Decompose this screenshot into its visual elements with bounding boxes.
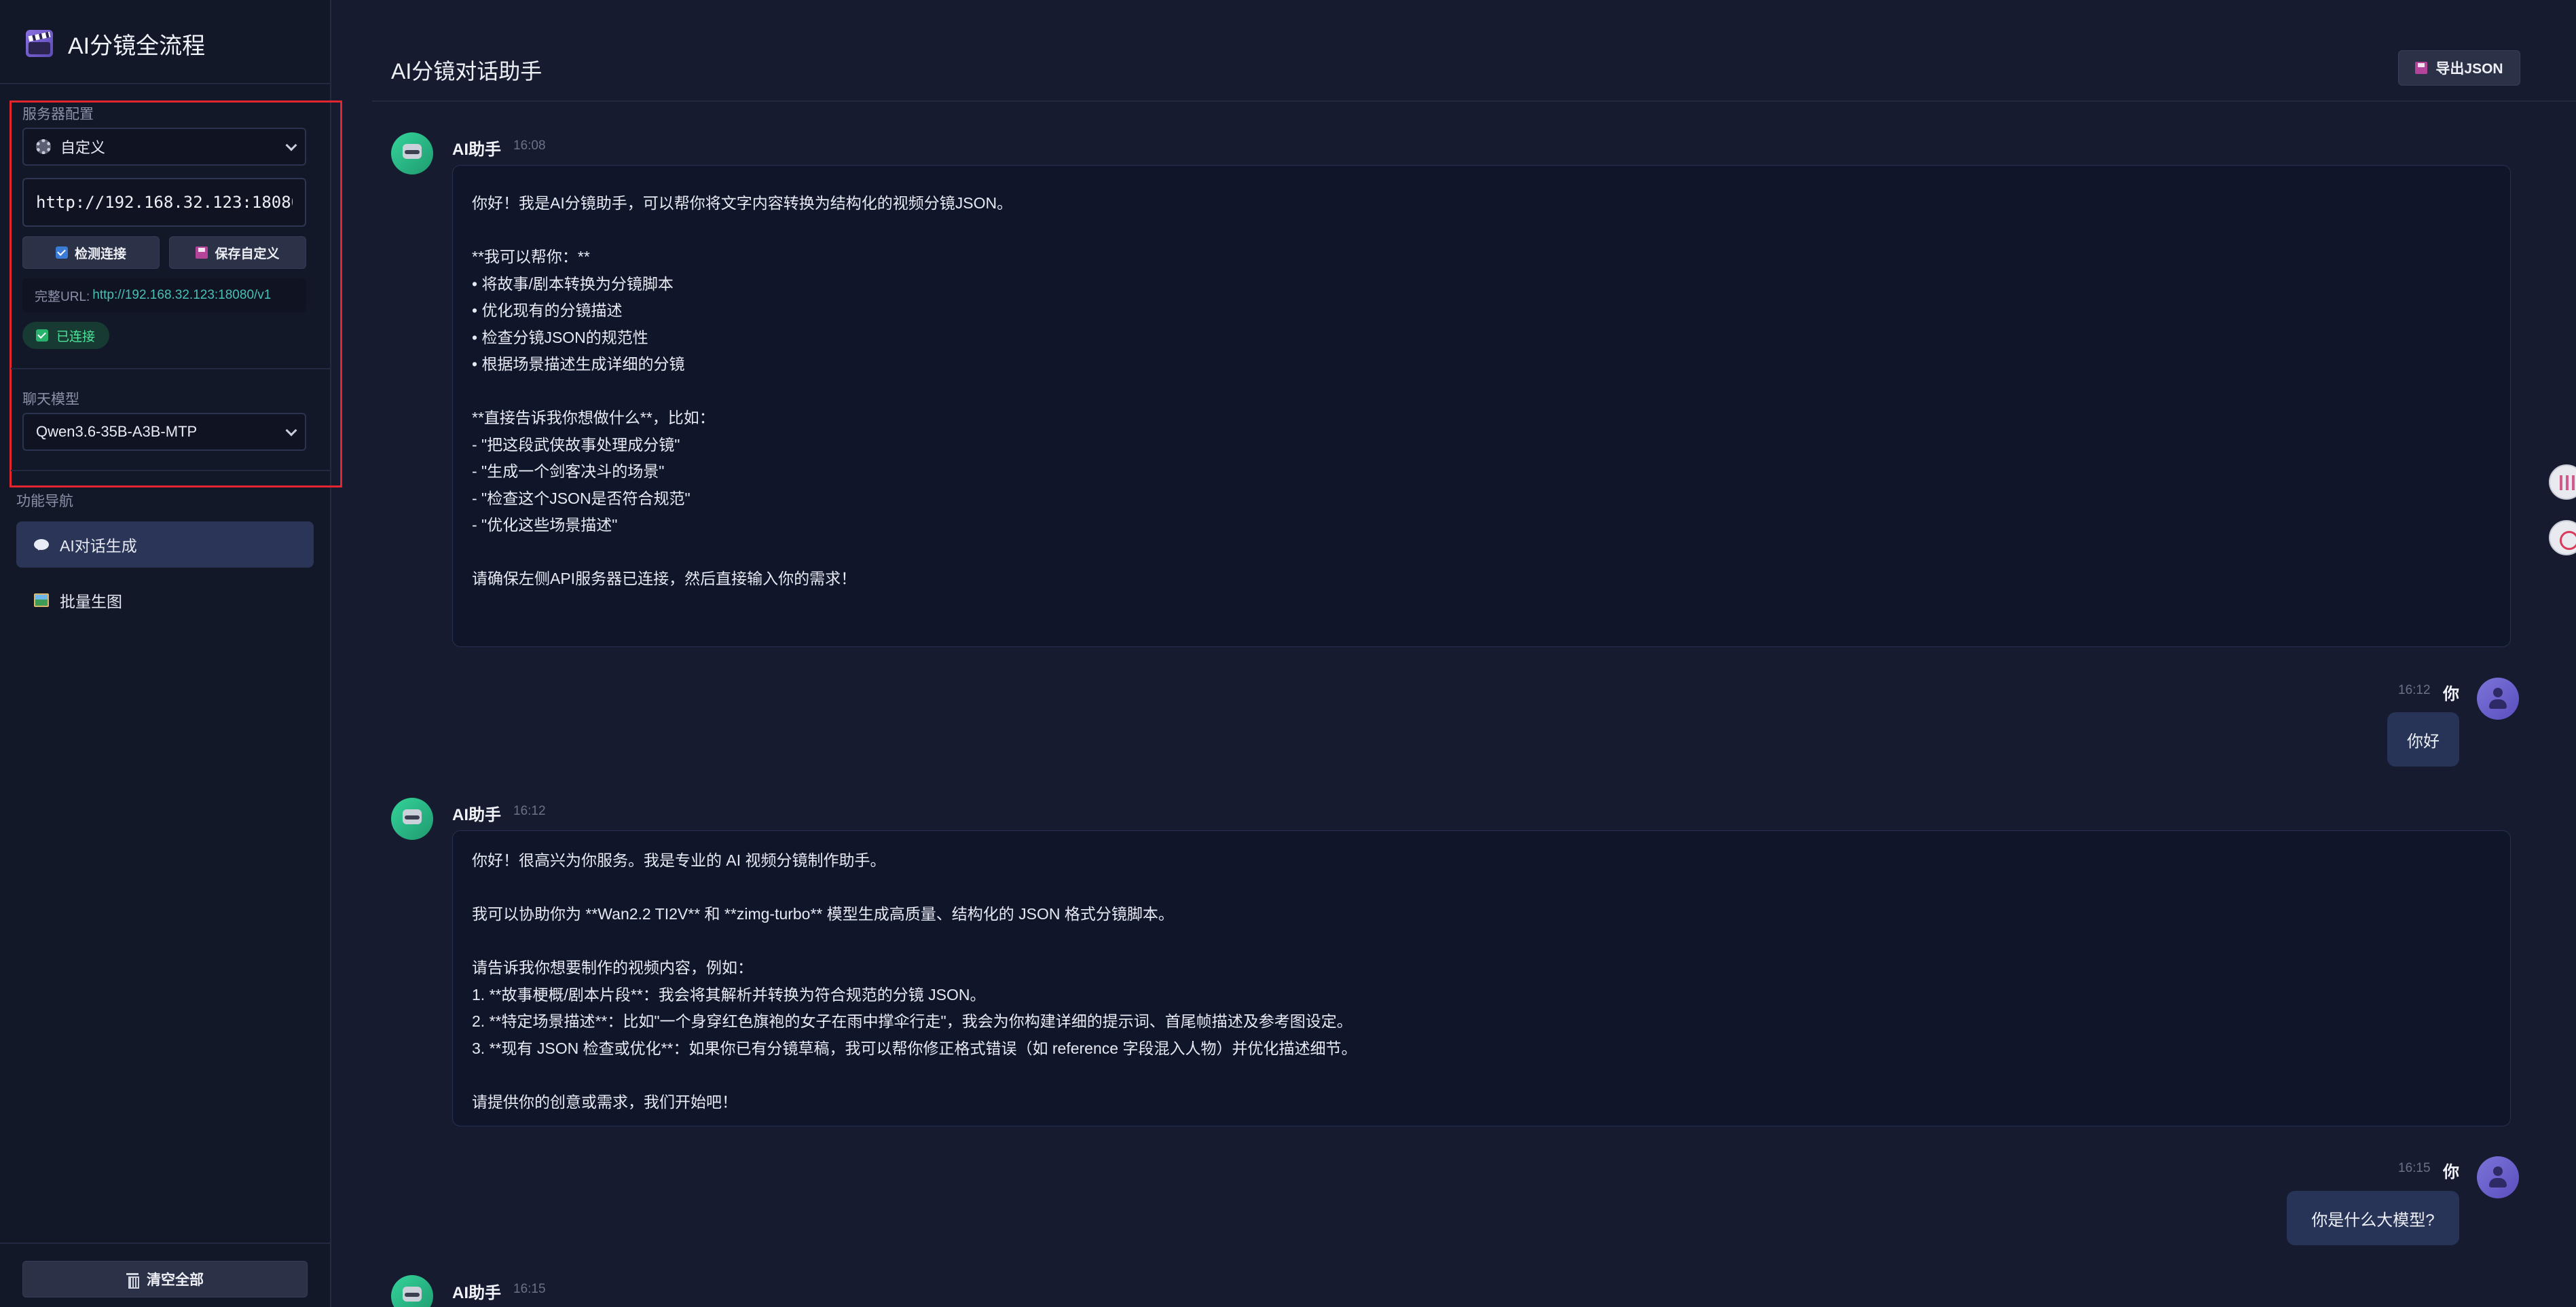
export-json-button[interactable]: 导出JSON (2398, 50, 2520, 86)
chevron-down-icon (285, 424, 297, 437)
chat-model-select[interactable]: Qwen3.6-35B-A3B-MTP (22, 413, 306, 451)
ai-avatar (391, 798, 433, 840)
divider (372, 100, 2576, 102)
divider (0, 1242, 330, 1244)
message-line: 请告诉我你想要制作的视频内容，例如： (472, 959, 753, 976)
user-avatar (2477, 1156, 2519, 1198)
clapperboard-icon (26, 30, 53, 57)
message-time: 16:12 (513, 804, 546, 818)
message-line: **直接告诉我你想做什么**，比如： (472, 409, 715, 426)
message-line: 3. **现有 JSON 检查或优化**：如果你已有分镜草稿，我可以帮你修正格式… (472, 1039, 1357, 1057)
message-line: • 优化现有的分镜描述 (472, 301, 623, 319)
full-url-display: 完整URL: http://192.168.32.123:18080/v1 (22, 278, 306, 312)
message-line: 你好！我是AI分镜助手，可以帮你将文字内容转换为结构化的视频分镜JSON。 (472, 194, 1013, 212)
connection-status-text: 已连接 (56, 329, 96, 344)
message-line: 2. **特定场景描述**：比如"一个身穿红色旗袍的女子在雨中撑伞行走"，我会为… (472, 1012, 1353, 1030)
floating-tool-button[interactable] (2549, 464, 2576, 500)
message-line: 请确保左侧API服务器已连接，然后直接输入你的需求！ (472, 570, 857, 587)
message-line: • 将故事/剧本转换为分镜脚本 (472, 274, 674, 293)
export-json-label: 导出JSON (2435, 61, 2503, 77)
full-url-label: 完整URL: (35, 289, 90, 304)
nav-item-ai-chat[interactable]: AI对话生成 (16, 521, 314, 568)
server-config-label: 服务器配置 (22, 107, 94, 122)
server-preset-select[interactable]: 自定义 (22, 128, 306, 166)
ai-avatar (391, 132, 433, 174)
message-time: 16:12 (2398, 683, 2431, 697)
chevron-down-icon (285, 139, 297, 151)
assistant-message-bubble: 你好！我是AI分镜助手，可以帮你将文字内容转换为结构化的视频分镜JSON。 **… (452, 165, 2511, 647)
message-time: 16:08 (513, 139, 546, 153)
message-line: - "把这段武侠故事处理成分镜" (472, 435, 680, 454)
divider (0, 83, 330, 84)
message-line: 1. **故事梗概/剧本片段**：我会将其解析并转换为符合规范的分镜 JSON。 (472, 985, 986, 1004)
message-line: 请提供你的创意或需求，我们开始吧！ (472, 1092, 737, 1111)
chat-model-label: 聊天模型 (22, 392, 79, 407)
message-sender: 你 (2443, 1163, 2459, 1181)
assistant-message-bubble: 你好！很高兴为你服务。我是专业的 AI 视频分镜制作助手。 我可以协助你为 **… (452, 830, 2511, 1126)
message-time: 16:15 (513, 1282, 546, 1296)
gear-icon (36, 139, 51, 154)
nav-item-label: 批量生图 (60, 593, 122, 610)
message-line: • 根据场景描述生成详细的分镜 (472, 355, 685, 373)
message-sender: 你 (2443, 685, 2459, 703)
message-sender: AI助手 (452, 1284, 501, 1302)
app-title: AI分镜全流程 (68, 33, 206, 59)
floppy-disk-icon (2415, 62, 2428, 74)
check-icon (36, 329, 48, 342)
user-message-bubble: 你是什么大模型? (2287, 1191, 2459, 1245)
full-url-value: http://192.168.32.123:18080/v1 (92, 288, 272, 302)
user-message-bubble: 你好 (2387, 712, 2459, 767)
user-avatar (2477, 678, 2519, 720)
clear-all-label: 清空全部 (147, 1272, 204, 1288)
sidebar: AI分镜全流程 服务器配置 自定义 检测连接 保存自定义 完整URL: http… (0, 0, 342, 1307)
trash-icon (126, 1272, 139, 1289)
check-connection-button[interactable]: 检测连接 (22, 236, 160, 269)
message-line: - "优化这些场景描述" (472, 516, 618, 534)
message-line: • 检查分镜JSON的规范性 (472, 328, 648, 346)
message-line: - "生成一个剑客决斗的场景" (472, 462, 665, 480)
message-line: **我可以帮你：** (472, 248, 590, 265)
page-title: AI分镜对话助手 (391, 59, 542, 84)
clear-all-button[interactable]: 清空全部 (22, 1261, 308, 1297)
divider (11, 368, 330, 369)
nav-item-label: AI对话生成 (60, 537, 137, 555)
image-icon (34, 593, 49, 607)
message-line: - "检查这个JSON是否符合规范" (472, 489, 691, 507)
chat-model-value: Qwen3.6-35B-A3B-MTP (36, 423, 198, 440)
app-logo-row: AI分镜全流程 (26, 24, 205, 62)
check-icon (55, 246, 68, 259)
message-line: 我可以协助你为 **Wan2.2 TI2V** 和 **zimg-turbo**… (472, 905, 1174, 923)
connection-status-badge: 已连接 (22, 322, 109, 349)
divider (11, 470, 330, 471)
floppy-disk-icon (196, 246, 208, 259)
save-custom-button[interactable]: 保存自定义 (169, 236, 306, 269)
server-url-input[interactable] (22, 178, 306, 227)
chat-bubble-icon (34, 539, 49, 551)
message-time: 16:15 (2398, 1161, 2431, 1175)
check-connection-label: 检测连接 (74, 246, 126, 261)
ai-avatar (391, 1275, 433, 1307)
nav-item-batch-image[interactable]: 批量生图 (16, 577, 314, 623)
server-preset-value: 自定义 (60, 139, 106, 156)
save-custom-label: 保存自定义 (215, 246, 280, 261)
chat-main: AI分镜对话助手 导出JSON AI助手 16:08 你好！我是AI分镜助手，可… (331, 0, 2576, 1307)
message-sender: AI助手 (452, 806, 501, 824)
message-sender: AI助手 (452, 141, 501, 159)
floating-tool-button[interactable] (2549, 520, 2576, 555)
nav-section-label: 功能导航 (16, 494, 73, 509)
message-line: 你好！很高兴为你服务。我是专业的 AI 视频分镜制作助手。 (472, 851, 886, 869)
